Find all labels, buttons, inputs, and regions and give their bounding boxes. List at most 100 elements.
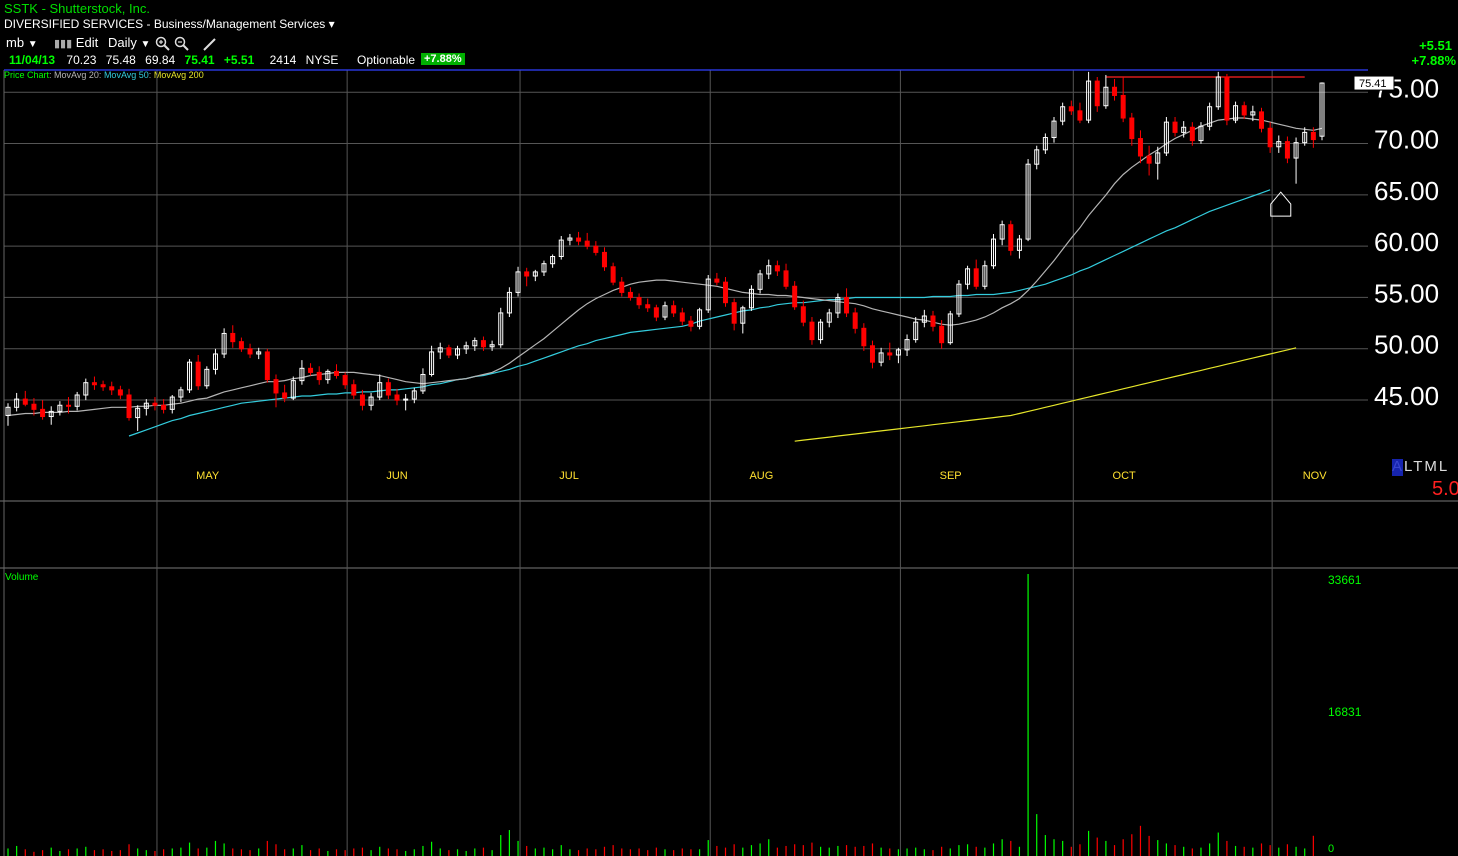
candle <box>991 233 996 269</box>
candle-body <box>524 271 530 277</box>
candle <box>844 288 850 318</box>
candle-body <box>844 297 850 314</box>
price-tick-label: 55.00 <box>1374 278 1439 308</box>
candle <box>446 344 452 359</box>
candle-body <box>1146 155 1152 164</box>
candle <box>57 401 63 416</box>
candle-body <box>1068 106 1074 112</box>
candle <box>359 389 365 411</box>
candle-body <box>308 367 314 373</box>
candle <box>1137 130 1143 164</box>
candle <box>809 317 815 345</box>
candle <box>636 293 642 309</box>
candle-body <box>714 278 720 283</box>
candle-body <box>351 384 357 396</box>
candle-body <box>385 382 391 396</box>
price-volume-chart[interactable]: MAY JUN JUL AUG SEP OCT NOV 45.00 50.00 55.00 60.0… <box>0 0 1458 856</box>
candle-body <box>161 404 167 410</box>
candle-body <box>679 312 685 322</box>
candle-body <box>1120 94 1126 119</box>
candle-body <box>480 340 486 348</box>
candle-body <box>610 266 616 283</box>
candle-body <box>1267 127 1273 148</box>
candle <box>437 342 443 360</box>
candle-body <box>584 240 590 247</box>
candle <box>1276 135 1282 153</box>
candle <box>1016 234 1022 259</box>
candle <box>308 363 314 376</box>
candle <box>411 387 417 404</box>
candle <box>688 316 694 332</box>
candle <box>247 343 253 359</box>
candle-body <box>809 321 815 341</box>
candle-body <box>40 408 46 418</box>
candle-body <box>195 361 201 387</box>
month-label: AUG <box>749 470 773 482</box>
candle <box>731 298 737 331</box>
candle <box>230 325 236 348</box>
candle <box>550 254 556 268</box>
candle <box>878 347 884 367</box>
candle-body <box>152 402 158 406</box>
candle <box>792 281 798 310</box>
candle <box>921 309 927 328</box>
price-tick-label: 60.00 <box>1374 227 1439 257</box>
candle <box>368 392 374 411</box>
candle-body <box>930 315 936 327</box>
candle <box>126 388 132 421</box>
candle-body <box>1094 80 1100 107</box>
candle-body <box>688 320 694 327</box>
candle <box>1284 136 1290 164</box>
candle-body <box>22 398 28 405</box>
candle <box>532 269 538 282</box>
candle-body <box>117 389 123 396</box>
candle <box>1025 159 1031 242</box>
candle-body <box>645 304 651 309</box>
candle <box>498 307 504 348</box>
candle <box>377 374 383 401</box>
candle-body <box>1224 76 1230 121</box>
candle <box>14 392 20 412</box>
candle <box>800 300 806 327</box>
candle-body <box>861 327 867 347</box>
candle <box>861 323 867 351</box>
candle-body <box>852 312 858 329</box>
candle-body <box>1310 131 1316 141</box>
candle <box>524 267 530 287</box>
candle-body <box>238 341 244 350</box>
candle <box>662 301 668 321</box>
candle <box>645 298 651 312</box>
candle <box>40 400 46 420</box>
candle <box>835 293 841 319</box>
candle <box>117 385 123 400</box>
candle <box>325 369 331 384</box>
volume-zero-tick: 0 <box>1328 843 1335 855</box>
candle <box>1060 102 1066 126</box>
ma200-line <box>794 347 1297 442</box>
candle <box>766 259 772 280</box>
candle <box>1267 122 1273 153</box>
candle-body <box>593 245 599 253</box>
candle-body <box>731 302 737 324</box>
candle <box>1008 220 1014 256</box>
candle <box>316 366 322 385</box>
candle <box>273 374 279 408</box>
candle <box>947 310 953 345</box>
candle <box>385 378 391 400</box>
candle <box>74 391 80 411</box>
candle-body <box>774 265 780 272</box>
candle-body <box>636 297 642 306</box>
candle <box>187 359 193 393</box>
candle-body <box>91 382 97 386</box>
candle <box>420 368 426 394</box>
candle <box>757 269 763 294</box>
candle-body <box>1258 111 1264 129</box>
candle-body <box>126 394 132 419</box>
candle <box>351 379 357 400</box>
candle <box>83 378 89 401</box>
candle-body <box>627 291 633 299</box>
price-tick-label: 70.00 <box>1374 125 1439 155</box>
candle <box>1163 117 1169 156</box>
candle-body <box>273 379 279 394</box>
candle <box>653 304 659 322</box>
